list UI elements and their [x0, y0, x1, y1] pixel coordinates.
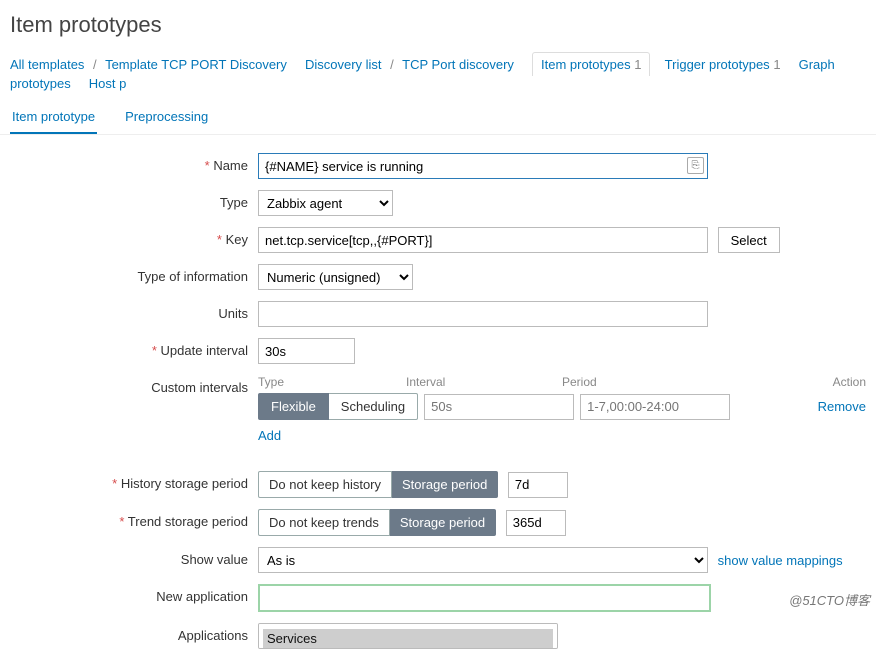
info-type-label: Type of information: [10, 264, 258, 284]
crumb-item-prototypes-count: 1: [634, 57, 641, 72]
update-interval-label: Update interval: [10, 338, 258, 358]
crumb-template[interactable]: Template TCP PORT Discovery: [105, 57, 287, 72]
trend-nokeep-button[interactable]: Do not keep trends: [258, 509, 390, 536]
name-input[interactable]: [258, 153, 708, 179]
units-label: Units: [10, 301, 258, 321]
ci-head-action: Action: [722, 375, 866, 389]
name-label: Name: [10, 153, 258, 173]
units-input[interactable]: [258, 301, 708, 327]
show-value-label: Show value: [10, 547, 258, 567]
history-label: History storage period: [10, 471, 258, 491]
crumb-item-prototypes[interactable]: Item prototypes 1: [532, 52, 650, 76]
info-type-select[interactable]: Numeric (unsigned): [258, 264, 413, 290]
crumb-item-prototypes-link[interactable]: Item prototypes: [541, 57, 631, 72]
tabs: Item prototype Preprocessing: [0, 101, 876, 135]
type-select[interactable]: Zabbix agent: [258, 190, 393, 216]
show-value-mappings-link[interactable]: show value mappings: [718, 553, 843, 568]
ci-remove-link[interactable]: Remove: [818, 399, 866, 414]
crumb-trigger-prototypes[interactable]: Trigger prototypes: [665, 57, 770, 72]
history-period-button[interactable]: Storage period: [392, 471, 498, 498]
new-application-label: New application: [10, 584, 258, 604]
form: Name ⎘ Type Zabbix agent Key Select Type…: [0, 135, 876, 670]
ci-type-toggle: Flexible Scheduling: [258, 393, 418, 420]
ci-scheduling-button[interactable]: Scheduling: [329, 393, 418, 420]
applications-option-services[interactable]: Services: [263, 629, 553, 648]
crumb-discovery-list[interactable]: Discovery list: [305, 57, 382, 72]
applications-label: Applications: [10, 623, 258, 643]
tab-preprocessing[interactable]: Preprocessing: [123, 101, 210, 134]
trend-value-input[interactable]: [506, 510, 566, 536]
ci-flexible-button[interactable]: Flexible: [258, 393, 329, 420]
crumb-sep: /: [390, 57, 394, 72]
watermark: @51CTO博客: [789, 590, 870, 609]
breadcrumbs: All templates / Template TCP PORT Discov…: [0, 52, 876, 101]
trend-label: Trend storage period: [10, 509, 258, 529]
history-value-input[interactable]: [508, 472, 568, 498]
ci-head-interval: Interval: [406, 375, 562, 389]
type-label: Type: [10, 190, 258, 210]
history-toggle: Do not keep history Storage period: [258, 471, 498, 498]
crumb-sep: /: [93, 57, 97, 72]
crumb-trigger-prototypes-count: 1: [773, 57, 780, 72]
history-nokeep-button[interactable]: Do not keep history: [258, 471, 392, 498]
key-label: Key: [10, 227, 258, 247]
ci-interval-input[interactable]: [424, 394, 574, 420]
crumb-discovery-rule[interactable]: TCP Port discovery: [402, 57, 514, 72]
show-value-select[interactable]: As is: [258, 547, 708, 573]
update-interval-input[interactable]: [258, 338, 355, 364]
new-application-input[interactable]: [258, 584, 711, 612]
key-input[interactable]: [258, 227, 708, 253]
crumb-host-prototypes[interactable]: Host p: [89, 76, 127, 91]
ci-add-link[interactable]: Add: [258, 428, 281, 443]
trend-toggle: Do not keep trends Storage period: [258, 509, 496, 536]
custom-intervals-label: Custom intervals: [10, 375, 258, 395]
applications-select[interactable]: -None- Services: [258, 623, 558, 649]
ci-period-input[interactable]: [580, 394, 730, 420]
trend-period-button[interactable]: Storage period: [390, 509, 496, 536]
tab-item-prototype[interactable]: Item prototype: [10, 101, 97, 134]
crumb-all-templates[interactable]: All templates: [10, 57, 84, 72]
ci-head-period: Period: [562, 375, 722, 389]
select-button[interactable]: Select: [718, 227, 780, 253]
ci-head-type: Type: [258, 375, 406, 389]
page-title: Item prototypes: [0, 0, 876, 52]
